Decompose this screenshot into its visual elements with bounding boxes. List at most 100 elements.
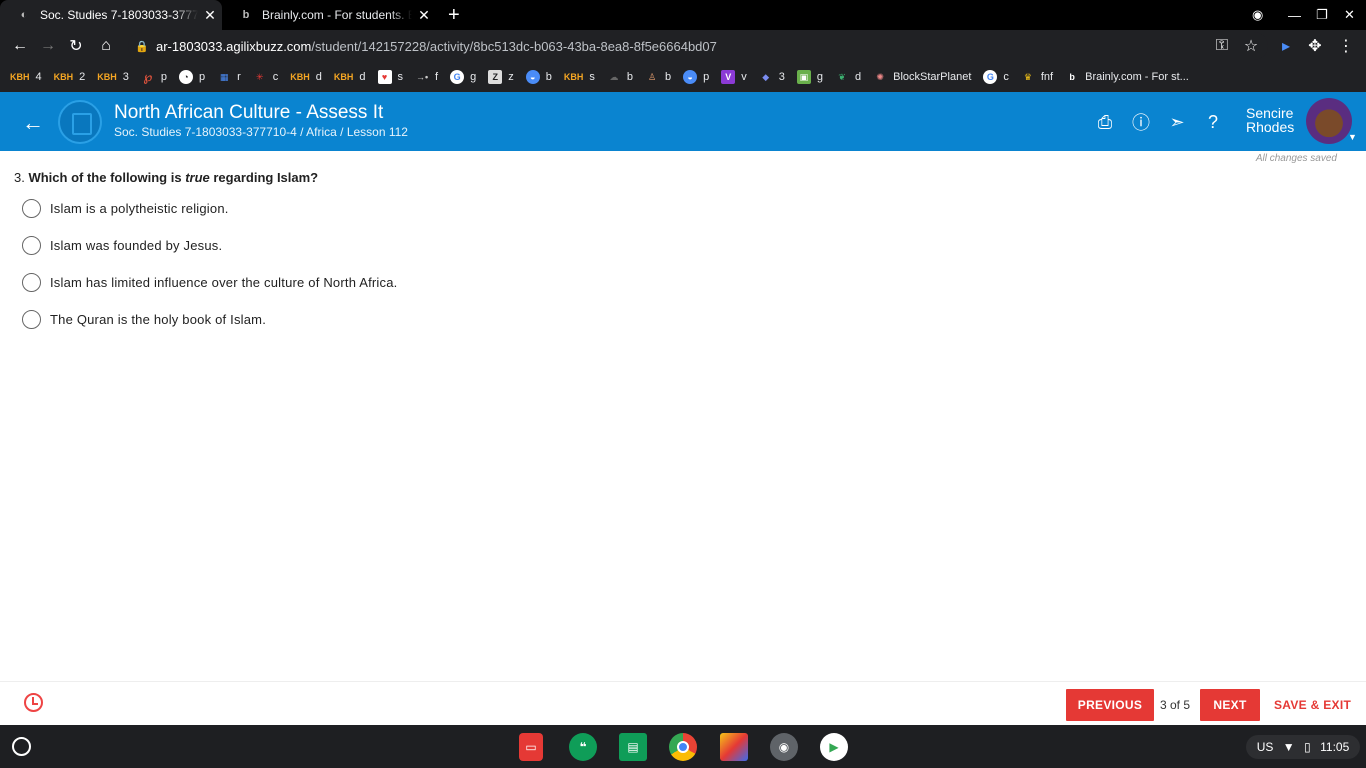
print-icon[interactable]: ⎙	[1093, 110, 1117, 134]
address-bar[interactable]: 🔒 ar-1803033.agilixbuzz.com /student/142…	[128, 32, 1268, 60]
bookmark-item[interactable]: KBH d	[334, 70, 366, 84]
answer-option[interactable]: Islam has limited influence over the cul…	[22, 273, 397, 292]
chrome-menu-icon[interactable]: ⋮	[1336, 36, 1356, 56]
save-exit-button[interactable]: SAVE & EXIT	[1274, 698, 1351, 712]
send-icon[interactable]: ➣	[1165, 110, 1189, 134]
hangouts-app-icon[interactable]: ❝	[569, 733, 597, 761]
person-icon: ♙	[647, 72, 657, 82]
timer-clock-icon[interactable]	[24, 693, 43, 712]
extensions-puzzle-icon[interactable]: ✥	[1305, 36, 1325, 56]
classroom-app-icon[interactable]: ▤	[619, 733, 647, 761]
tab-soc-studies[interactable]: ◐ Soc. Studies 7-1803033-377710-4 ✕	[0, 0, 222, 30]
status-tray[interactable]: US ▼ ▯ 11:05	[1246, 735, 1360, 759]
z-icon: Z	[488, 70, 503, 84]
tab-brainly[interactable]: b Brainly.com - For students. By student…	[222, 0, 436, 30]
answer-option[interactable]: Islam is a polytheistic religion.	[22, 199, 229, 218]
close-tab-icon[interactable]: ✕	[412, 7, 436, 24]
globe-icon: ◔	[179, 70, 193, 84]
bookmark-item[interactable]: Gg	[450, 70, 476, 84]
extension-cursor-icon[interactable]: ▸	[1276, 36, 1296, 56]
bookmarks-bar: KBH 4 KBH 2 KBH 3 ℘ p ◔ p ▦ r ✳ c KBH d KBH d ♥ s …	[0, 62, 1366, 92]
kbh-icon: KBH	[290, 72, 310, 82]
cloud-icon: ☁	[609, 72, 619, 82]
browser-toolbar: ← → ↻ ⌂ 🔒 ar-1803033.agilixbuzz.com /stu…	[0, 30, 1366, 62]
bookmark-item[interactable]: KBH 2	[54, 70, 86, 84]
bookmark-item[interactable]: KBH d	[290, 70, 322, 84]
card-icon: ♥	[377, 70, 392, 84]
info-icon[interactable]: ⓘ	[1129, 110, 1153, 134]
previous-button[interactable]: PREVIOUS	[1066, 689, 1154, 721]
url-host: ar-1803033.agilixbuzz.com	[156, 38, 312, 54]
circle-icon: ◒	[683, 70, 698, 84]
reload-icon[interactable]: ↻	[66, 36, 86, 56]
back-icon[interactable]: ←	[10, 36, 30, 56]
bookmark-item[interactable]: ℘ p	[141, 70, 167, 84]
help-icon[interactable]: ?	[1201, 110, 1225, 134]
chrome-app-icon[interactable]	[669, 733, 697, 761]
bookmark-item[interactable]: KBH 4	[10, 70, 42, 84]
home-icon[interactable]: ⌂	[96, 36, 116, 56]
bookmark-item[interactable]: ✺ BlockStarPlanet	[873, 70, 971, 84]
close-tab-icon[interactable]: ✕	[198, 7, 222, 24]
answer-option[interactable]: Islam was founded by Jesus.	[22, 236, 222, 255]
close-window-icon[interactable]: ✕	[1344, 0, 1355, 30]
kite-app-icon[interactable]	[720, 733, 748, 761]
answer-option[interactable]: The Quran is the holy book of Islam.	[22, 310, 266, 329]
os-shelf: ▭ ❝ ▤ ◉ ▶ US ▼ ▯ 11:05	[0, 725, 1366, 768]
arrow-icon: →•	[415, 72, 429, 82]
key-icon[interactable]: ⚿	[1212, 36, 1232, 56]
slides-app-icon[interactable]: ▭	[519, 733, 543, 761]
bookmark-item[interactable]: Vv	[721, 70, 747, 84]
bookmark-item[interactable]: Gc	[983, 70, 1009, 84]
camera-app-icon[interactable]: ◉	[770, 733, 798, 761]
play-store-app-icon[interactable]: ▶	[820, 733, 848, 761]
tab-title: Soc. Studies 7-1803033-377710-4	[40, 8, 198, 22]
bookmark-item[interactable]: ◒ b	[525, 70, 552, 84]
radio-button[interactable]	[22, 199, 41, 218]
course-header: ← North African Culture - Assess It Soc.…	[0, 92, 1366, 151]
assessment-footer: PREVIOUS 3 of 5 NEXT SAVE & EXIT	[0, 681, 1366, 725]
back-arrow-icon[interactable]: ←	[22, 110, 44, 136]
crown-icon: ♛	[1023, 72, 1032, 82]
bookmark-item[interactable]: KBH s	[564, 70, 595, 84]
bookmark-item[interactable]: ♥ s	[377, 70, 403, 84]
chevron-down-icon[interactable]: ▼	[1348, 132, 1357, 142]
bookmark-item[interactable]: ▦ r	[217, 70, 241, 84]
p-icon: ℘	[143, 69, 153, 84]
bookmark-item[interactable]: ▣ g	[796, 70, 823, 84]
bookmark-item[interactable]: ☁ b	[607, 70, 633, 84]
bookmark-item[interactable]: Zz	[488, 70, 514, 84]
bookmark-item[interactable]: ◔ p	[179, 70, 205, 84]
maximize-icon[interactable]: ❐	[1316, 0, 1328, 30]
tab-strip: ◐ Soc. Studies 7-1803033-377710-4 ✕ b Br…	[0, 0, 1366, 30]
user-name[interactable]: Sencire Rhodes	[1246, 106, 1294, 134]
radio-button[interactable]	[22, 273, 41, 292]
forward-icon[interactable]: →	[38, 36, 58, 56]
game-icon: ▣	[796, 70, 811, 84]
bookmark-item[interactable]: ✳ c	[253, 70, 278, 84]
bookmark-item[interactable]: ❦ d	[835, 70, 861, 84]
bookmark-item[interactable]: b Brainly.com - For st...	[1065, 70, 1188, 84]
lock-icon[interactable]: 🔒	[128, 40, 156, 53]
minimize-icon[interactable]: —	[1288, 0, 1301, 30]
bookmark-item[interactable]: →• f	[415, 70, 438, 84]
battery-icon: ▯	[1304, 740, 1311, 754]
v-icon: V	[721, 70, 736, 84]
bookmark-star-icon[interactable]: ☆	[1241, 36, 1261, 56]
bookmark-item[interactable]: ♙ b	[645, 70, 671, 84]
bookmark-item[interactable]: ◒ p	[683, 70, 709, 84]
bookmark-item[interactable]: KBH 3	[97, 70, 129, 84]
bookmark-item[interactable]: ♛ fnf	[1021, 70, 1053, 84]
new-tab-icon[interactable]: +	[448, 4, 460, 27]
bookmark-item[interactable]: ◆ 3	[759, 70, 785, 84]
avatar[interactable]	[1306, 98, 1352, 144]
next-button[interactable]: NEXT	[1200, 689, 1260, 721]
breadcrumb[interactable]: Soc. Studies 7-1803033-377710-4 / Africa…	[114, 125, 408, 139]
question-prompt: 3. Which of the following is true regard…	[14, 170, 319, 185]
save-status: All changes saved	[1255, 153, 1337, 164]
locale-indicator: US	[1256, 740, 1274, 754]
launcher-icon[interactable]	[12, 737, 31, 756]
radio-button[interactable]	[22, 310, 41, 329]
profile-menu-icon[interactable]: ◉	[1252, 0, 1263, 30]
radio-button[interactable]	[22, 236, 41, 255]
